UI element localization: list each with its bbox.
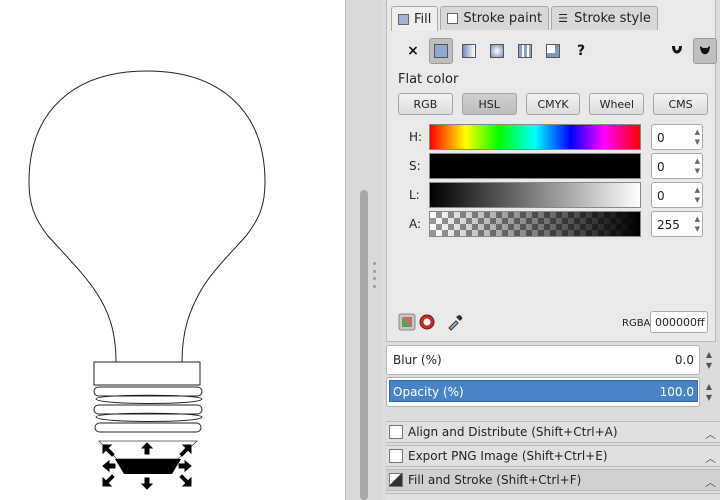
panel-export-png[interactable]: Export PNG Image (Shift+Ctrl+E) ︿: [386, 445, 720, 467]
linear-gradient-icon: [462, 44, 476, 58]
lightbulb-drawing: [28, 70, 266, 490]
saturation-value: 0: [657, 160, 665, 174]
tab-stroke-style-label: Stroke style: [574, 11, 651, 26]
fill-and-stroke-panel: Fill Stroke paint ☰ Stroke style × ? Fla…: [386, 0, 717, 342]
hue-spinbox[interactable]: 0 ▲ ▼: [651, 124, 703, 150]
alpha-slider[interactable]: [429, 211, 641, 237]
color-picker-icon[interactable]: [446, 313, 464, 331]
hsl-mode-button[interactable]: HSL: [461, 93, 517, 115]
color-mode-tabs: RGB HSL CMYK Wheel CMS: [398, 93, 708, 115]
bulb-collar[interactable]: [93, 361, 201, 386]
radial-gradient-button[interactable]: [485, 38, 509, 64]
linear-gradient-button[interactable]: [457, 38, 481, 64]
hue-value: 0: [657, 131, 665, 145]
saturation-label: S:: [409, 159, 421, 173]
hue-row: H: 0 ▲ ▼: [398, 124, 708, 150]
opacity-label: Opacity (%): [393, 385, 464, 399]
fill-rule-nonzero-button[interactable]: [693, 38, 717, 64]
dock-panel: Fill Stroke paint ☰ Stroke style × ? Fla…: [382, 0, 720, 500]
lightness-label: L:: [409, 188, 420, 202]
canvas-vertical-scrollbar[interactable]: [346, 0, 382, 500]
lightness-slider[interactable]: [429, 182, 641, 208]
pattern-icon: [546, 44, 560, 58]
stroke-paint-icon: [447, 13, 459, 24]
paint-type-buttons: × ?: [393, 38, 717, 66]
evenodd-icon: [672, 46, 682, 54]
spin-arrows-icon[interactable]: ▲ ▼: [695, 185, 700, 205]
blur-label: Blur (%): [393, 353, 442, 367]
rgb-mode-button[interactable]: RGB: [398, 93, 453, 115]
flat-color-title: Flat color: [398, 72, 459, 87]
flat-color-button[interactable]: [429, 38, 453, 64]
chevron-up-icon[interactable]: ︿: [705, 474, 716, 490]
next-panel-edge: [386, 493, 720, 500]
tab-stroke-style[interactable]: ☰ Stroke style: [551, 6, 658, 30]
panel-align-distribute[interactable]: Align and Distribute (Shift+Ctrl+A) ︿: [386, 421, 720, 443]
panel-fill-stroke-label: Fill and Stroke (Shift+Ctrl+F): [408, 473, 582, 487]
drawing-canvas[interactable]: [0, 0, 346, 500]
color-managed-icon[interactable]: [398, 313, 416, 331]
align-icon: [389, 425, 403, 439]
radial-gradient-icon: [490, 44, 504, 58]
alpha-spinbox[interactable]: 255 ▲ ▼: [651, 211, 703, 237]
tab-fill-label: Fill: [414, 11, 432, 27]
saturation-row: S: 0 ▲ ▼: [398, 153, 708, 179]
rgba-input[interactable]: 000000ff: [650, 311, 708, 333]
dock-resize-grip[interactable]: [373, 262, 377, 288]
opacity-field[interactable]: Opacity (%) 100.0 ▲ ▼: [386, 377, 716, 407]
blur-value: 0.0: [674, 353, 694, 367]
blur-spin-arrows-icon[interactable]: ▲ ▼: [706, 349, 712, 371]
blur-field[interactable]: Blur (%) 0.0 ▲ ▼: [386, 345, 716, 375]
hue-slider[interactable]: [429, 124, 641, 150]
saturation-spinbox[interactable]: 0 ▲ ▼: [651, 153, 703, 179]
mesh-gradient-button[interactable]: [513, 38, 537, 64]
scrollbar-thumb[interactable]: [360, 190, 368, 500]
no-paint-button[interactable]: ×: [401, 38, 425, 64]
mesh-gradient-icon: [518, 44, 532, 58]
opacity-spin-arrows-icon[interactable]: ▲ ▼: [706, 381, 712, 403]
question-icon: ?: [576, 43, 586, 59]
fill-stroke-icon: [389, 473, 403, 487]
chevron-up-icon[interactable]: ︿: [705, 426, 716, 442]
unset-paint-button[interactable]: ?: [569, 38, 593, 64]
spin-arrows-icon[interactable]: ▲ ▼: [695, 214, 700, 234]
opacity-value: 100.0: [659, 385, 694, 399]
out-of-gamut-icon[interactable]: [418, 313, 436, 331]
pattern-button[interactable]: [541, 38, 565, 64]
spin-arrows-icon[interactable]: ▲ ▼: [695, 156, 700, 176]
panel-align-label: Align and Distribute (Shift+Ctrl+A): [408, 425, 618, 439]
lightness-row: L: 0 ▲ ▼: [398, 182, 708, 208]
cmyk-mode-button[interactable]: CMYK: [525, 93, 581, 115]
cms-mode-button[interactable]: CMS: [653, 93, 708, 115]
tab-fill[interactable]: Fill: [391, 6, 439, 31]
wheel-mode-button[interactable]: Wheel: [589, 93, 645, 115]
alpha-row: A: 255 ▲ ▼: [398, 211, 708, 237]
rgba-label: RGBA:: [622, 318, 654, 329]
tab-stroke-paint-label: Stroke paint: [463, 11, 543, 26]
alpha-label: A:: [409, 217, 422, 231]
nonzero-icon: [700, 46, 710, 55]
fill-rule-evenodd-button[interactable]: [665, 38, 689, 64]
bulb-glass-outline[interactable]: [28, 70, 266, 363]
hue-label: H:: [409, 130, 423, 144]
stroke-style-icon: ☰: [558, 12, 568, 25]
flat-color-icon: [434, 44, 448, 58]
lightness-value: 0: [657, 189, 665, 203]
bulb-threads[interactable]: [93, 386, 203, 433]
export-icon: [389, 449, 403, 463]
chevron-up-icon[interactable]: ︿: [705, 450, 716, 466]
x-icon: ×: [407, 43, 419, 59]
spin-arrows-icon[interactable]: ▲ ▼: [695, 127, 700, 147]
color-tools-row: RGBA: 000000ff: [398, 311, 708, 335]
fill-icon: [398, 13, 409, 25]
lightness-spinbox[interactable]: 0 ▲ ▼: [651, 182, 703, 208]
saturation-slider[interactable]: [429, 153, 641, 179]
panel-fill-stroke[interactable]: Fill and Stroke (Shift+Ctrl+F) ︿: [386, 469, 720, 491]
fill-stroke-tabs: Fill Stroke paint ☰ Stroke style: [391, 6, 658, 31]
alpha-value: 255: [657, 218, 680, 232]
tab-stroke-paint[interactable]: Stroke paint: [440, 6, 550, 30]
panel-export-label: Export PNG Image (Shift+Ctrl+E): [408, 449, 608, 463]
bulb-tip-fill[interactable]: [115, 459, 181, 474]
